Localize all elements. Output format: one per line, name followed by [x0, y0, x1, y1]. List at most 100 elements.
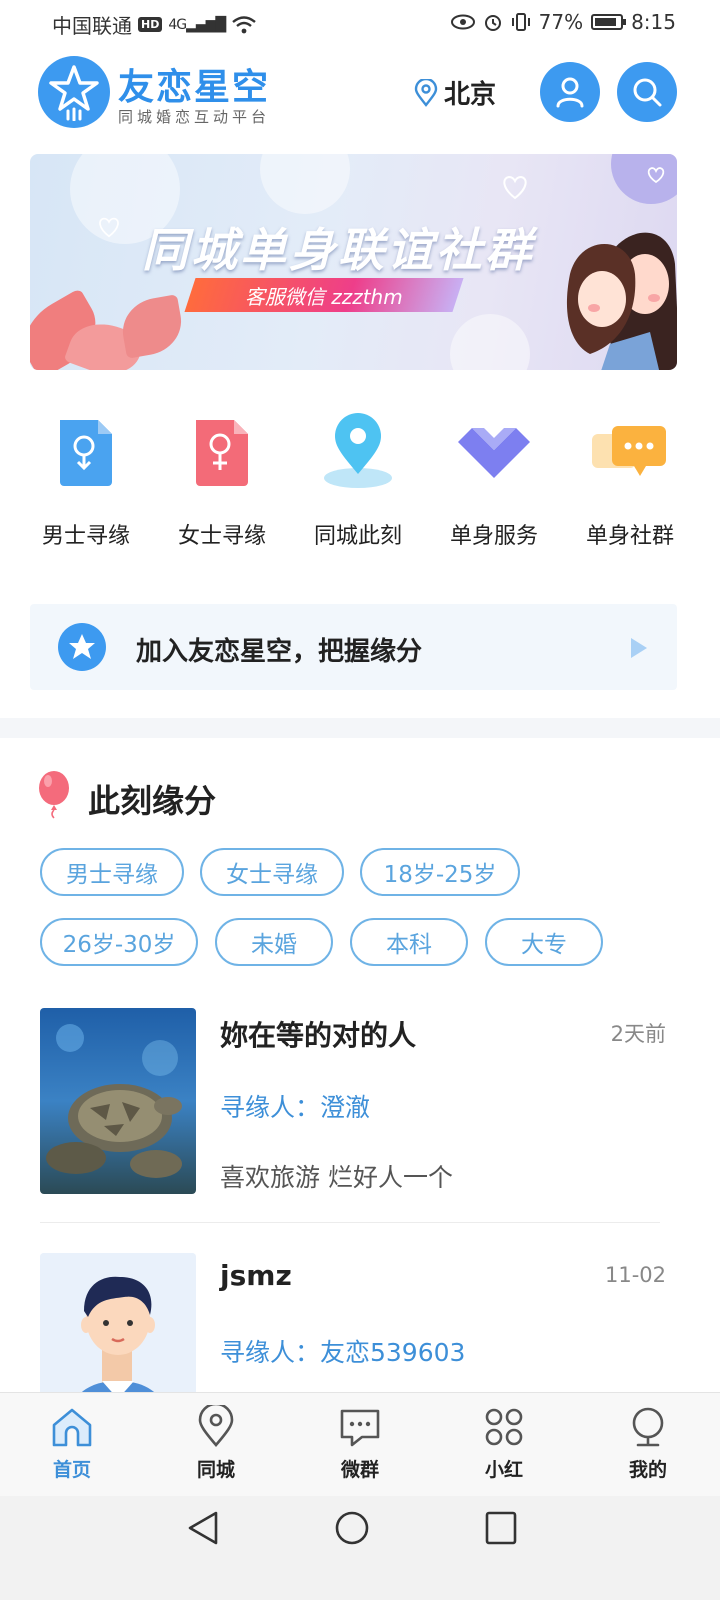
- menu-local-now[interactable]: 同城此刻: [290, 410, 426, 560]
- hd-badge: HD: [138, 17, 163, 32]
- menu-male-search[interactable]: 男士寻缘: [18, 410, 154, 560]
- tab-label: 同城: [196, 1459, 235, 1481]
- back-icon[interactable]: [186, 1510, 220, 1546]
- tab-local[interactable]: 同城: [144, 1393, 288, 1497]
- menu-label: 男士寻缘: [41, 524, 130, 549]
- section-title: 此刻缘分: [88, 782, 217, 820]
- listing-seeker: 寻缘人：澄澈: [220, 1093, 371, 1122]
- join-text: 加入友恋星空，把握缘分: [136, 637, 423, 667]
- message-heart-icon: [647, 167, 665, 184]
- app-header: 友恋星空 同城婚恋互动平台 北京: [0, 52, 720, 136]
- bottom-tab-bar: 首页 同城 微群 小红 我的: [0, 1392, 720, 1497]
- filter-tag[interactable]: 女士寻缘: [200, 848, 344, 896]
- couple-illustration: [566, 232, 677, 370]
- eye-icon: [450, 14, 475, 30]
- join-banner[interactable]: 加入友恋星空，把握缘分: [30, 604, 677, 690]
- listing-photo: [40, 1008, 196, 1194]
- filter-tag[interactable]: 男士寻缘: [40, 848, 184, 896]
- battery-percent: 77%: [538, 10, 584, 34]
- search-button[interactable]: [617, 62, 677, 122]
- filter-tag[interactable]: 本科: [350, 918, 468, 966]
- app-slogan: 同城婚恋互动平台: [118, 108, 271, 126]
- grid-icon: [485, 1408, 523, 1446]
- system-nav-bar: [0, 1496, 720, 1600]
- listing-seeker: 寻缘人：友恋539603: [220, 1338, 466, 1367]
- menu-single-service[interactable]: 单身服务: [426, 410, 562, 560]
- search-icon: [633, 78, 662, 107]
- status-right: 77% 8:15: [450, 10, 676, 34]
- home-icon: [52, 1408, 92, 1447]
- star-icon: [58, 623, 106, 671]
- location-pin-icon: [414, 78, 438, 107]
- menu-label: 单身服务: [449, 524, 538, 549]
- promo-banner[interactable]: 同城单身联谊社群 客服微信 zzzthm: [30, 154, 677, 370]
- heart-icon: [99, 217, 119, 238]
- filter-tag[interactable]: 26岁-30岁: [40, 918, 198, 966]
- map-pin-icon: [316, 410, 400, 494]
- filter-tag[interactable]: 未婚: [215, 918, 333, 966]
- chat-bubbles-icon: [588, 410, 672, 494]
- alarm-icon: [484, 15, 501, 31]
- female-doc-icon: [180, 410, 264, 494]
- filter-tag[interactable]: 18岁-25岁: [360, 848, 520, 896]
- heart-diamond-icon: [452, 410, 536, 494]
- app-name: 友恋星空: [118, 67, 271, 108]
- male-doc-icon: [44, 410, 128, 494]
- star-logo-icon: [49, 65, 99, 121]
- listing-title: 妳在等的对的人: [220, 1019, 417, 1052]
- banner-title: 同城单身联谊社群: [142, 223, 534, 277]
- banner-contact: 客服微信 zzzthm: [184, 278, 464, 312]
- quick-menu: 男士寻缘 女士寻缘 同城此刻 单身服务 单身社群: [18, 410, 698, 560]
- profile-icon: [632, 1407, 664, 1447]
- tab-label: 微群: [340, 1459, 379, 1481]
- tab-label: 我的: [628, 1459, 667, 1481]
- status-bar: 中国联通 HD 4G▂▄▆█ 77% 8:15: [0, 0, 720, 48]
- profile-button[interactable]: [540, 62, 600, 122]
- app-logo: [38, 56, 110, 128]
- network-type: 4G: [168, 16, 187, 33]
- city-name: 北京: [444, 80, 497, 110]
- battery-icon: [591, 14, 627, 30]
- listing-card[interactable]: 妳在等的对的人 2天前 寻缘人：澄澈 喜欢旅游 烂好人一个: [40, 1008, 666, 1208]
- listing-photo: [40, 1253, 196, 1392]
- play-arrow-icon: [631, 638, 647, 658]
- home-circle-icon[interactable]: [334, 1510, 370, 1546]
- tab-groups[interactable]: 微群: [288, 1393, 432, 1497]
- decor-leaf: [117, 294, 187, 359]
- menu-label: 单身社群: [585, 524, 674, 549]
- balloon-icon: [36, 770, 72, 824]
- tab-mine[interactable]: 我的: [576, 1393, 720, 1497]
- section-divider: [0, 718, 720, 738]
- menu-label: 女士寻缘: [177, 524, 266, 549]
- banner-bubble: [260, 154, 350, 214]
- listing-title: jsmz: [220, 1259, 292, 1292]
- listing-time: 11-02: [604, 1263, 666, 1287]
- user-icon: [556, 77, 584, 108]
- tab-label: 首页: [52, 1459, 91, 1481]
- listing-time: 2天前: [610, 1022, 666, 1046]
- menu-label: 同城此刻: [313, 524, 402, 549]
- status-left: 中国联通 HD 4G▂▄▆█: [52, 10, 257, 39]
- listing-card[interactable]: jsmz 11-02 寻缘人：友恋539603: [40, 1253, 666, 1392]
- tab-home[interactable]: 首页: [0, 1393, 144, 1497]
- carrier-name: 中国联通: [52, 14, 132, 38]
- location-icon: [198, 1405, 234, 1447]
- tab-xiaohong[interactable]: 小红: [432, 1393, 576, 1497]
- clock: 8:15: [631, 10, 676, 34]
- listing-desc: 喜欢旅游 烂好人一个: [220, 1163, 453, 1192]
- recent-apps-icon[interactable]: [484, 1510, 518, 1546]
- menu-single-group[interactable]: 单身社群: [562, 410, 698, 560]
- tab-label: 小红: [484, 1459, 523, 1481]
- banner-subtitle: 客服微信 zzzthm: [245, 284, 403, 309]
- city-selector[interactable]: 北京: [414, 74, 496, 111]
- signal-icon: 4G▂▄▆█: [168, 16, 226, 33]
- wifi-icon: [232, 15, 256, 33]
- banner-bubble: [450, 314, 530, 370]
- list-separator: [40, 1222, 660, 1223]
- filter-tag[interactable]: 大专: [485, 918, 603, 966]
- vibrate-icon: [511, 13, 530, 31]
- heart-icon: [503, 175, 527, 200]
- banner-corner-circle: [611, 154, 677, 204]
- chat-icon: [340, 1409, 380, 1447]
- menu-female-search[interactable]: 女士寻缘: [154, 410, 290, 560]
